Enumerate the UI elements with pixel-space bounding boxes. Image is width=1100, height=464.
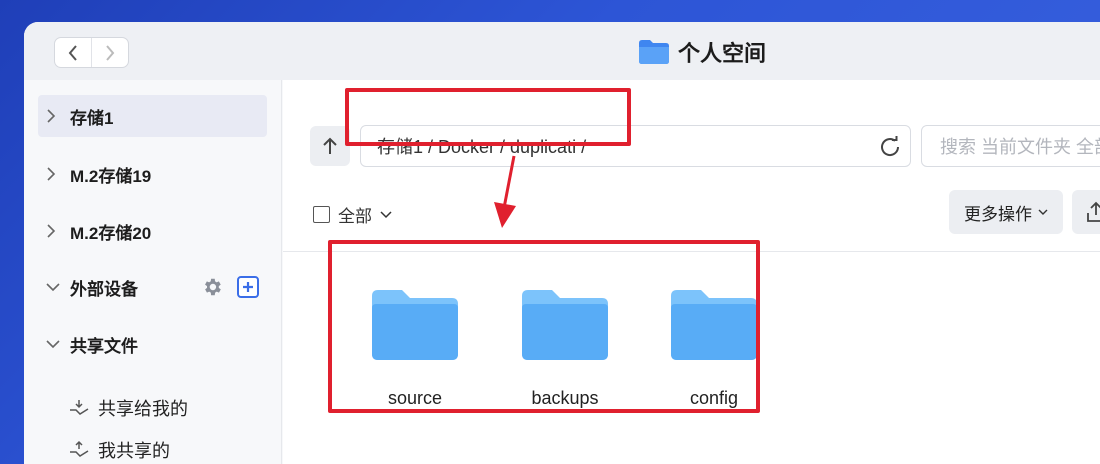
chevron-right-icon [47, 167, 56, 181]
up-directory-button[interactable] [310, 126, 350, 166]
sidebar-item-shared-by-me[interactable]: 我共享的 [68, 435, 170, 464]
gear-icon[interactable] [201, 276, 223, 298]
sidebar-item-storage1[interactable]: 存储1 [38, 95, 267, 137]
chevron-left-icon [68, 44, 77, 61]
sidebar-item-label: 外部设备 [70, 279, 138, 299]
chevron-right-icon [47, 109, 56, 123]
sidebar-sub-label: 共享给我的 [98, 399, 188, 419]
folder-icon [639, 40, 669, 64]
sidebar-item-m2-storage20[interactable]: M.2存储20 [38, 210, 267, 252]
path-highlight-box [345, 88, 631, 146]
window-title-text: 个人空间 [678, 41, 767, 66]
select-all-control[interactable]: 全部 [313, 202, 392, 227]
sidebar: 存储1 M.2存储19 M.2存储20 外部设备 共享文件 共享给我的 我共享的 [24, 80, 282, 464]
chevron-down-icon [46, 340, 60, 349]
select-all-checkbox[interactable] [313, 206, 330, 223]
select-all-label: 全部 [338, 207, 372, 226]
upload-icon [1087, 201, 1100, 222]
title-bar: 个人空间 [24, 22, 1100, 80]
chevron-right-icon [106, 44, 115, 61]
chevron-down-icon [46, 283, 60, 292]
sidebar-item-label: M.2存储19 [70, 166, 152, 186]
chevron-down-icon [380, 210, 392, 218]
add-device-button[interactable] [237, 276, 259, 298]
sidebar-item-shared-files[interactable]: 共享文件 [38, 323, 267, 365]
sidebar-item-label: 存储1 [70, 108, 114, 128]
nav-buttons [54, 37, 129, 68]
sidebar-item-shared-with-me[interactable]: 共享给我的 [68, 393, 188, 423]
search-input[interactable]: 搜索 当前文件夹 全部 [921, 125, 1100, 167]
arrow-up-icon [323, 137, 337, 154]
shared-by-me-icon [70, 440, 89, 457]
upload-button[interactable] [1072, 190, 1100, 234]
more-actions-button[interactable]: 更多操作 [949, 190, 1063, 234]
refresh-icon[interactable] [878, 135, 902, 159]
sidebar-sub-label: 我共享的 [98, 441, 170, 461]
forward-button[interactable] [91, 38, 128, 67]
folders-highlight-box [328, 240, 760, 413]
plus-icon [243, 282, 253, 292]
annotation-arrow-icon [494, 155, 516, 228]
sidebar-item-external-devices[interactable]: 外部设备 [38, 266, 267, 308]
shared-with-me-icon [70, 400, 89, 415]
sidebar-item-m2-storage19[interactable]: M.2存储19 [38, 153, 267, 195]
back-button[interactable] [55, 38, 91, 67]
search-placeholder: 搜索 当前文件夹 全部 [940, 137, 1100, 157]
sidebar-item-label: M.2存储20 [70, 223, 152, 243]
chevron-down-icon [1038, 209, 1048, 215]
sidebar-item-label: 共享文件 [70, 336, 138, 356]
more-actions-label: 更多操作 [964, 204, 1032, 224]
window-title: 个人空间 [638, 36, 766, 68]
chevron-right-icon [47, 224, 56, 238]
